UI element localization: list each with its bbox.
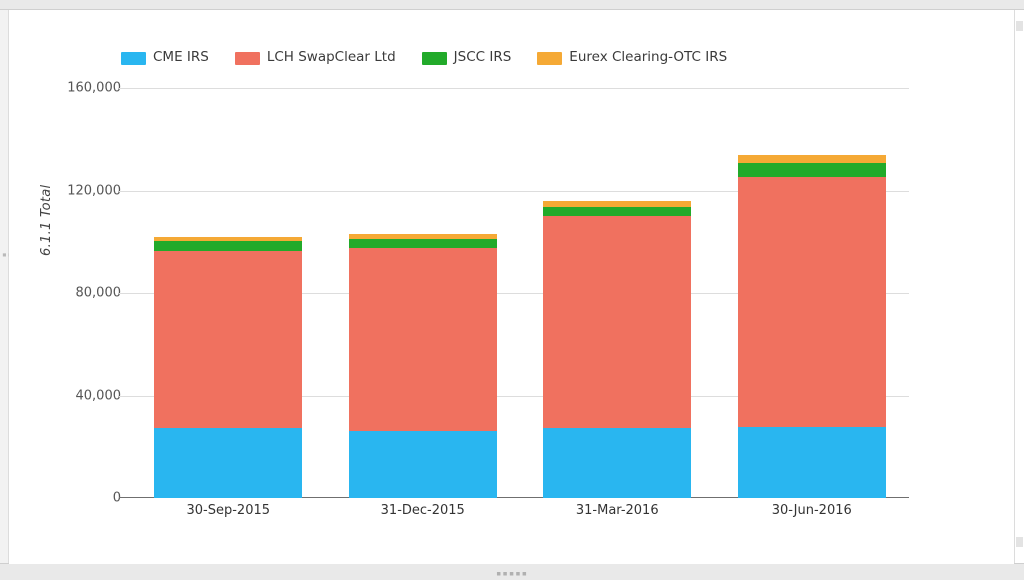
bar-segment[interactable] xyxy=(348,238,497,248)
scrollbar-down-arrow[interactable] xyxy=(1016,537,1023,547)
bar-segment[interactable] xyxy=(737,427,886,498)
legend-item-label: LCH SwapClear Ltd xyxy=(266,49,396,66)
y-axis-tick xyxy=(119,190,131,192)
y-axis-tick-label: 160,000 xyxy=(67,80,121,96)
bar-segment[interactable] xyxy=(737,154,886,163)
bar-stack[interactable] xyxy=(543,200,692,498)
y-axis-tick-label: 120,000 xyxy=(67,183,121,198)
y-axis-tick-labels: 0 40,000 80,000 120,000 160,000 xyxy=(23,82,122,505)
app-window-frame: ▪▪▪▪▪ ▪▪▪▪ CME IRSLCH SwapClear LtdJSCC … xyxy=(0,0,1024,580)
bar-stack[interactable] xyxy=(737,154,886,498)
vertical-scrollbar[interactable] xyxy=(1014,10,1024,564)
window-left-edge xyxy=(0,10,9,564)
window-top-bar xyxy=(0,0,1024,10)
y-axis-tick-label: 0 xyxy=(112,490,121,506)
y-axis-tick xyxy=(119,88,131,89)
x-axis-tick-labels: 30-Sep-2015 31-Dec-2015 31-Mar-2016 30-Jun-… xyxy=(131,504,909,526)
y-axis-tick xyxy=(119,395,131,397)
legend-item[interactable]: LCH SwapClear Ltd xyxy=(234,47,396,69)
bar-stack[interactable] xyxy=(154,236,303,498)
bar-segment[interactable] xyxy=(543,216,692,429)
bar-segment[interactable] xyxy=(348,247,497,432)
legend-swatch-icon xyxy=(121,51,146,65)
bar-segment[interactable] xyxy=(348,431,497,498)
scrollbar-up-arrow[interactable] xyxy=(1016,21,1023,31)
gridline xyxy=(131,88,909,89)
bar-segment[interactable] xyxy=(737,162,886,178)
legend-swatch-icon xyxy=(421,51,447,65)
legend-item[interactable]: Eurex Clearing-OTC IRS xyxy=(537,47,727,69)
legend-swatch-icon xyxy=(537,51,563,65)
bar-segment[interactable] xyxy=(737,177,886,428)
legend-item[interactable]: JSCC IRS xyxy=(421,47,512,69)
x-axis-tick-label: 31-Dec-2015 xyxy=(380,503,465,518)
bar-segment[interactable] xyxy=(154,428,303,498)
legend-swatch-icon xyxy=(234,51,260,65)
bar-stack[interactable] xyxy=(348,233,497,498)
x-axis-tick-label: 30-Jun-2016 xyxy=(771,503,852,518)
x-axis-tick-label: 31-Mar-2016 xyxy=(575,503,659,518)
legend-item-label: CME IRS xyxy=(153,49,209,66)
window-resize-grip[interactable]: ▪▪▪▪▪ xyxy=(496,570,528,579)
legend-item-label: JSCC IRS xyxy=(453,49,512,66)
y-axis-tick xyxy=(119,293,131,294)
bar-segment[interactable] xyxy=(543,428,692,498)
x-axis-tick-label: 30-Sep-2015 xyxy=(186,503,271,518)
y-axis-tick-label: 40,000 xyxy=(75,388,122,403)
chart-legend: CME IRS LCH SwapClear Ltd JSCC IRS Eurex Cl… xyxy=(121,47,727,69)
bar-segment[interactable] xyxy=(543,206,692,217)
legend-item-label: Eurex Clearing-OTC IRS xyxy=(569,49,728,66)
y-axis-tick-label: 80,000 xyxy=(75,285,122,301)
plot-area xyxy=(119,88,909,498)
bar-segment[interactable] xyxy=(154,240,303,251)
bar-segment[interactable] xyxy=(154,251,303,429)
window-bottom-bar: ▪▪▪▪▪ xyxy=(0,563,1024,580)
legend-item[interactable]: CME IRS xyxy=(121,47,209,69)
stacked-bar-chart: CME IRS LCH SwapClear Ltd JSCC IRS Eurex Cl… xyxy=(9,10,1014,564)
